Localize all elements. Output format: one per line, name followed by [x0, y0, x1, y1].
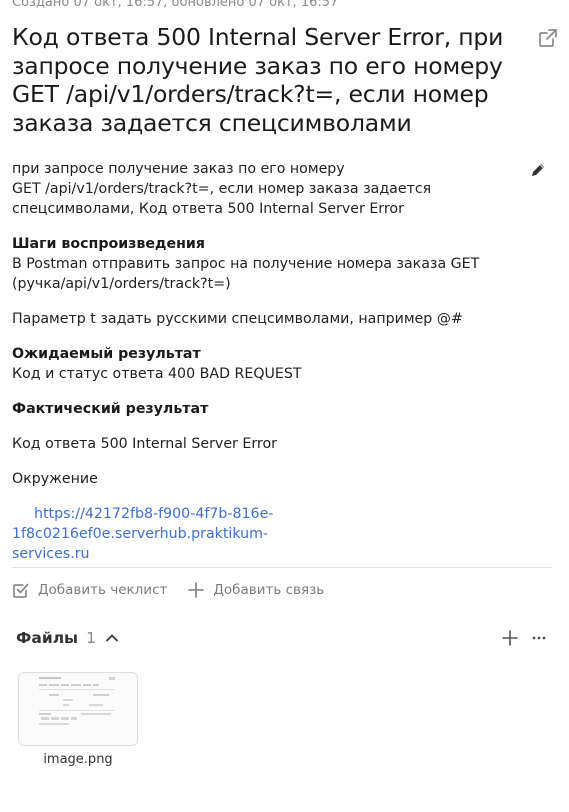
summary-line: GET /api/v1/orders/track?t=, если номер … — [12, 181, 432, 197]
add-checklist-button[interactable]: Добавить чеклист — [12, 581, 167, 599]
actual-heading: Фактический результат — [12, 401, 209, 417]
environment-label: Окружение — [12, 471, 98, 487]
summary-line: при запросе получение заказ по его номер… — [12, 161, 345, 177]
expected-heading: Ожидаемый результат — [12, 346, 201, 362]
issue-page: Создано 07 окт, 16:57, обновлено 07 окт,… — [0, 0, 569, 812]
plus-icon — [187, 581, 205, 599]
files-count: 1 — [86, 629, 96, 647]
actual-line: Код ответа 500 Internal Server Error — [12, 436, 277, 452]
add-link-button[interactable]: Добавить связь — [187, 581, 324, 599]
issue-title[interactable]: Код ответа 500 Internal Server Error, пр… — [12, 23, 522, 137]
expected-line: Код и статус ответа 400 BAD REQUEST — [12, 366, 302, 382]
more-options-icon[interactable] — [528, 627, 550, 649]
file-thumbnail[interactable] — [18, 672, 138, 746]
steps-heading: Шаги воспроизведения — [12, 236, 205, 252]
pencil-icon[interactable] — [528, 160, 548, 180]
summary-line: спецсимволами, Код ответа 500 Internal S… — [12, 201, 404, 217]
thumbnail-preview-image — [19, 673, 137, 745]
created-updated-meta: Создано 07 окт, 16:57, обновлено 07 окт,… — [12, 0, 339, 10]
add-link-label: Добавить связь — [213, 582, 325, 598]
files-header: Файлы 1 — [16, 626, 120, 650]
param-line: Параметр t задать русскими спецсимволами… — [12, 311, 463, 327]
environment-link-cont[interactable]: services.ru — [12, 546, 90, 562]
add-checklist-label: Добавить чеклист — [38, 582, 168, 598]
checklist-icon — [12, 581, 30, 599]
file-name[interactable]: image.png — [18, 752, 138, 767]
add-file-plus-icon[interactable] — [499, 627, 521, 649]
steps-line: В Postman отправить запрос на получение … — [12, 256, 480, 272]
chevron-up-icon[interactable] — [104, 630, 120, 646]
issue-description[interactable]: при запросе получение заказ по его номер… — [12, 159, 512, 564]
environment-link[interactable]: https://42172fb8-f900-4f7b-816e-1f8c0216… — [12, 506, 273, 542]
issue-actions: Добавить чеклист Добавить связь — [12, 578, 344, 602]
environment-link-row: https://42172fb8-f900-4f7b-816e-1f8c0216… — [12, 504, 512, 544]
files-title: Файлы — [16, 629, 79, 647]
divider — [12, 567, 552, 568]
external-link-icon[interactable] — [537, 27, 559, 49]
steps-line: (ручка/api/v1/orders/track?t=) — [12, 276, 231, 292]
